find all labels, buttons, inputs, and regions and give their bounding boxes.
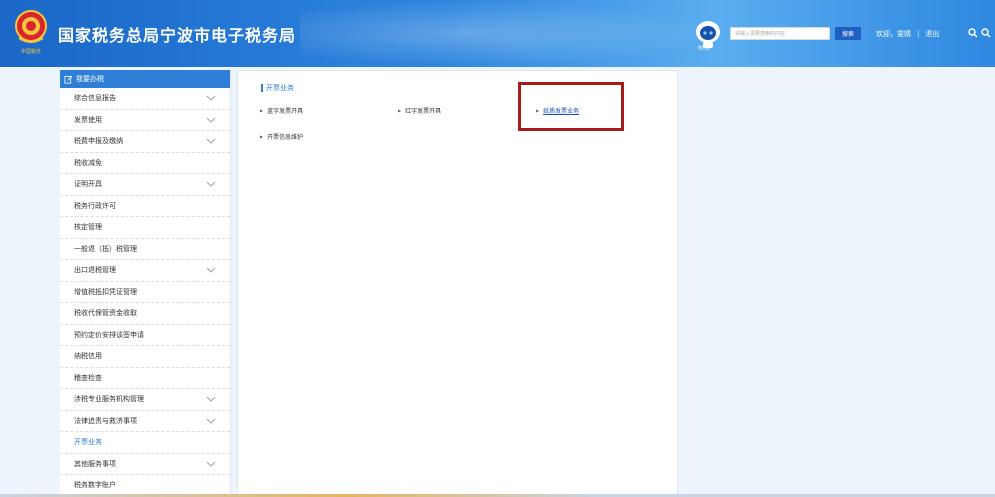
sidebar-item-label: 一般退（抵）税管理 (74, 244, 137, 253)
sidebar-item[interactable]: 核定管理 (60, 217, 230, 239)
invoice-info-maintenance-link[interactable]: ▶ 开票信息维护 (260, 132, 303, 141)
robot-label: 智税宝 (698, 45, 710, 50)
sidebar-item[interactable]: 涉税专业服务机构管理 (60, 389, 230, 411)
search-button[interactable]: 搜索 (835, 27, 861, 40)
blue-invoice-issue-link[interactable]: ▶ 蓝字发票开具 (260, 106, 303, 115)
sidebar-item[interactable]: 发票使用 (60, 110, 230, 131)
sidebar-menu: 综合信息报告 发票使用税费申报及缴纳 税收减免证明开具税务行政许可 核定管理一般退（抵… (60, 88, 230, 497)
highlight-box (518, 82, 624, 131)
chevron-down-icon (206, 461, 216, 467)
sidebar-item[interactable]: 稽查检查 (60, 368, 230, 389)
zoom-out-icon[interactable] (981, 28, 991, 38)
sidebar-item-label: 增值税抵扣凭证管理 (74, 287, 137, 296)
sidebar-item[interactable]: 税务行政许可 (60, 196, 230, 217)
sidebar-item-label: 证明开具 (74, 180, 102, 189)
sidebar-item-label: 核定管理 (74, 223, 102, 232)
sidebar-item-label: 出口退税管理 (74, 266, 116, 275)
sidebar-item-label: 开票业务 (74, 438, 102, 447)
sidebar-header: 我要办税 (60, 70, 230, 88)
separator: | (917, 30, 920, 38)
main-panel: 开票业务 ▶ 蓝字发票开具 ▶ 红字发票开具 ▶ 纸质发票业务 ▶ 开票信息维护 (237, 70, 678, 497)
logout-link[interactable]: 退出 (925, 29, 939, 39)
site-header: 中国税务 国家税务总局宁波市电子税务局 智税宝 搜索 欢迎，雯婧 | 退出 (0, 0, 995, 67)
sidebar-item[interactable]: 其他服务事项 (60, 454, 230, 475)
sidebar-item-label: 发票使用 (74, 115, 102, 124)
sidebar-item[interactable]: 税收减免 (60, 153, 230, 174)
sidebar-title: 我要办税 (76, 75, 104, 83)
zoom-in-icon[interactable] (968, 28, 978, 38)
sidebar-item[interactable]: 一般退（抵）税管理 (60, 239, 230, 260)
sidebar-item-label: 稽查检查 (74, 373, 102, 382)
sidebar-item[interactable]: 法律追责与救济事项 (60, 411, 230, 432)
triangle-bullet-icon: ▶ (398, 108, 402, 113)
sidebar-item[interactable]: 出口退税管理 (60, 260, 230, 282)
triangle-bullet-icon: ▶ (260, 108, 264, 113)
sidebar-item-label: 税收代保管资金收取 (74, 309, 137, 318)
sidebar-item-label: 涉税专业服务机构管理 (74, 395, 144, 404)
welcome-user-link[interactable]: 欢迎，雯婧 (876, 29, 911, 39)
sidebar-item-label: 税务数字账户 (74, 481, 116, 490)
header-links: 欢迎，雯婧 | 退出 (876, 29, 939, 39)
sidebar-item-label: 法律追责与救济事项 (74, 416, 137, 425)
sidebar-item[interactable]: 纳税信用 (60, 346, 230, 368)
triangle-bullet-icon: ▶ (260, 134, 264, 139)
chevron-down-icon (206, 181, 216, 187)
chevron-down-icon (206, 117, 216, 123)
edit-icon (64, 75, 73, 84)
sidebar-item[interactable]: 证明开具 (60, 174, 230, 196)
sidebar-item-label: 综合信息报告 (74, 94, 116, 103)
sidebar-item[interactable]: 增值税抵扣凭证管理 (60, 282, 230, 303)
chevron-down-icon (206, 267, 216, 273)
chevron-down-icon (206, 95, 216, 101)
section-title: 开票业务 (261, 83, 294, 93)
tax-emblem-logo: 中国税务 (15, 10, 47, 55)
sidebar: 我要办税 综合信息报告 发票使用税费申报及缴纳 税收减免证明开具税务行政许可 核定管理… (60, 70, 231, 497)
sidebar-item[interactable]: 预约定价安排谈签申请 (60, 325, 230, 346)
sidebar-item[interactable]: 综合信息报告 (60, 88, 230, 110)
emblem-caption: 中国税务 (21, 48, 41, 55)
chevron-down-icon (206, 418, 216, 424)
sidebar-item[interactable]: 开票业务 (60, 432, 230, 454)
red-invoice-issue-link[interactable]: ▶ 红字发票开具 (398, 106, 441, 115)
sidebar-item-label: 税务行政许可 (74, 201, 116, 210)
sidebar-item-label: 其他服务事项 (74, 459, 116, 468)
site-title: 国家税务总局宁波市电子税务局 (58, 26, 297, 45)
chevron-down-icon (206, 396, 216, 402)
chevron-down-icon (206, 138, 216, 144)
sidebar-item-label: 税收减免 (74, 158, 102, 167)
sidebar-item-label: 预约定价安排谈签申请 (74, 330, 144, 339)
sidebar-item[interactable]: 税费申报及缴纳 (60, 131, 230, 153)
search-input[interactable] (730, 27, 830, 40)
sidebar-item-label: 税费申报及缴纳 (74, 137, 123, 146)
sidebar-item-label: 纳税信用 (74, 352, 102, 361)
sidebar-item[interactable]: 税收代保管资金收取 (60, 303, 230, 325)
